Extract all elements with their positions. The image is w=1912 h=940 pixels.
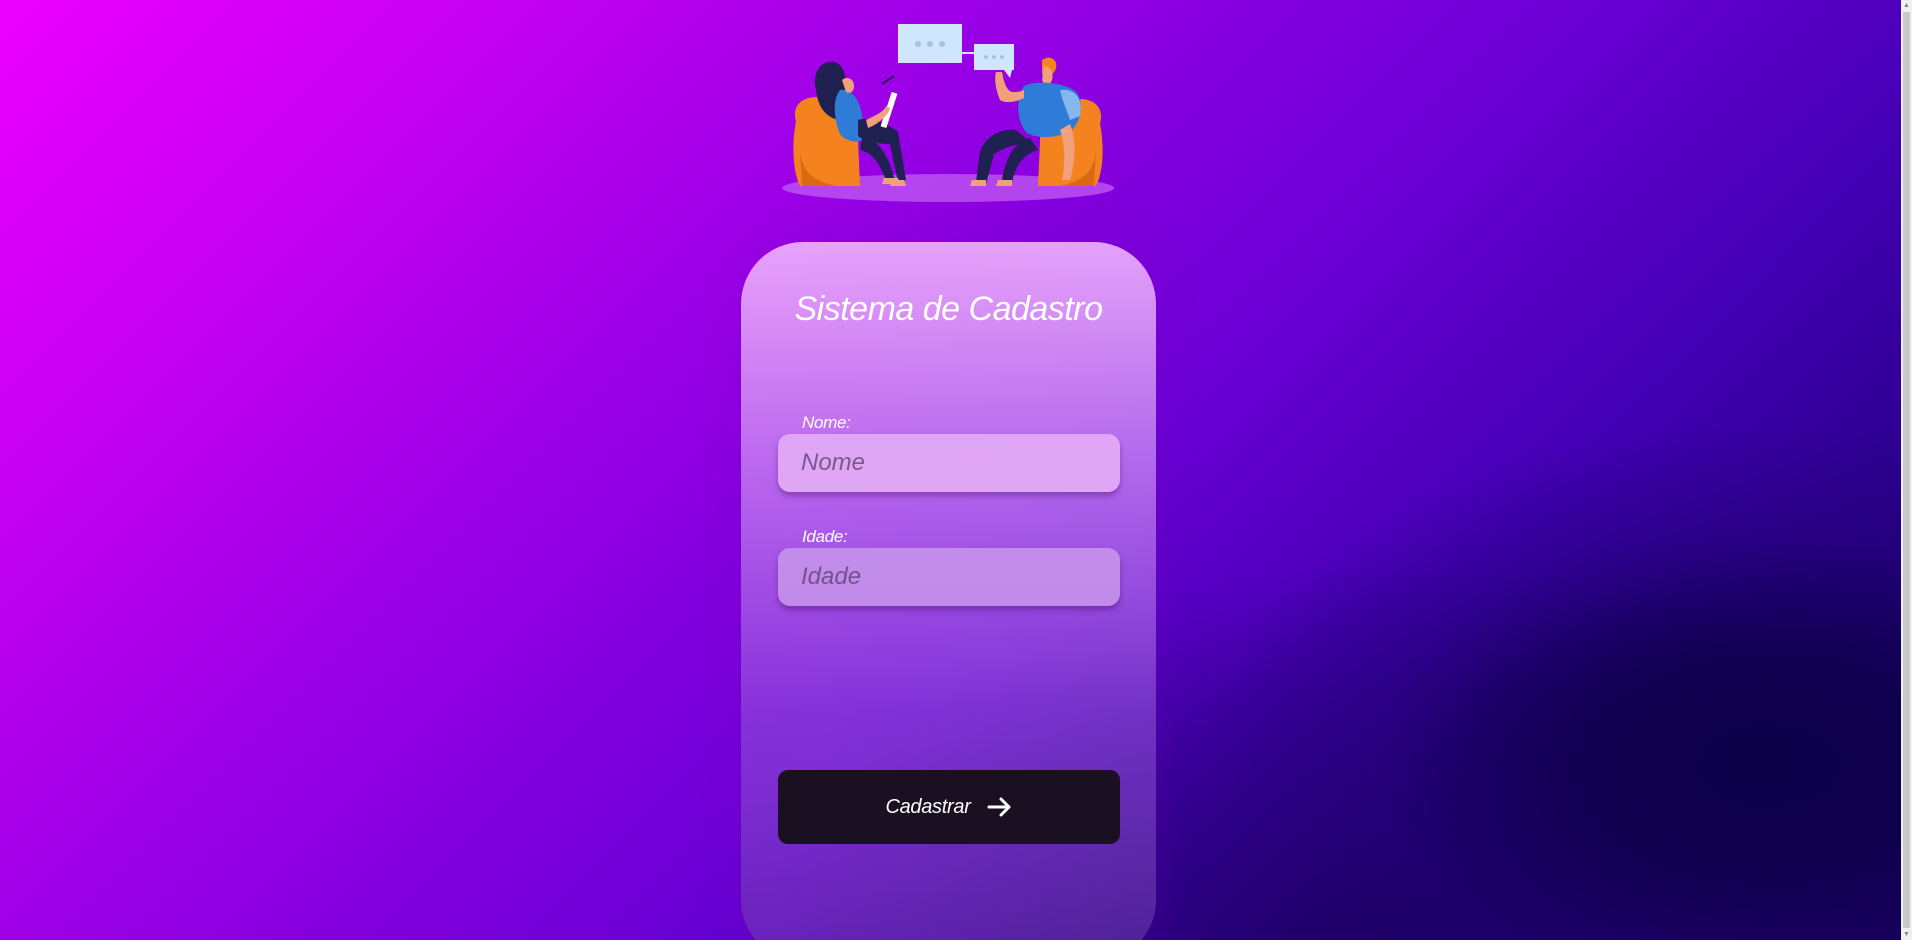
speech-bubble-icon	[898, 24, 1014, 78]
arrow-right-icon	[987, 797, 1011, 817]
scroll-down-icon[interactable]: ▼	[1901, 929, 1912, 940]
nome-label: Nome:	[802, 413, 851, 432]
people-talking-illustration	[782, 24, 1114, 202]
register-form-card: Sistema de Cadastro Nome: Idade: Cadastr…	[741, 242, 1156, 940]
form-title: Sistema de Cadastro	[794, 290, 1104, 328]
cadastrar-button-label: Cadastrar	[885, 795, 971, 818]
scroll-up-icon[interactable]: ▲	[1901, 0, 1912, 11]
man-on-beanbag	[970, 57, 1103, 186]
scroll-thumb[interactable]	[1903, 12, 1910, 928]
cadastrar-button[interactable]: Cadastrar	[778, 770, 1120, 844]
idade-label: Idade:	[802, 527, 848, 546]
woman-on-beanbag	[793, 61, 906, 186]
idade-input[interactable]	[778, 548, 1120, 606]
vertical-scrollbar[interactable]: ▲ ▼	[1901, 0, 1912, 940]
page-background: Sistema de Cadastro Nome: Idade: Cadastr…	[0, 0, 1912, 940]
nome-input[interactable]	[778, 434, 1120, 492]
